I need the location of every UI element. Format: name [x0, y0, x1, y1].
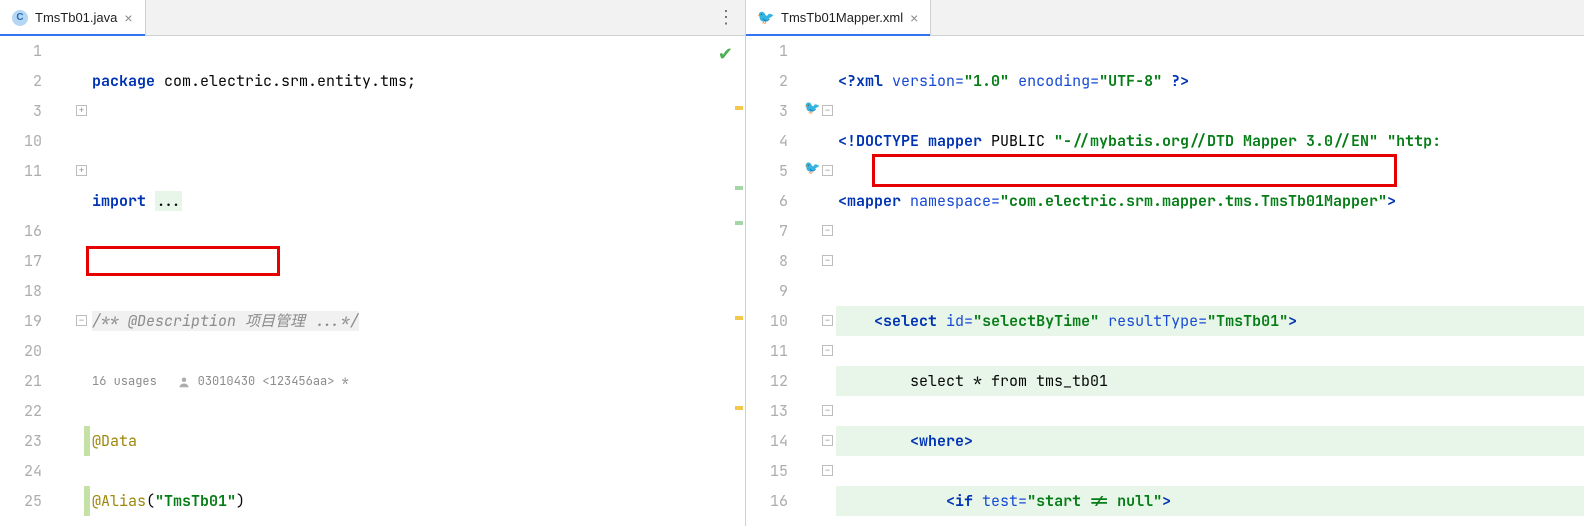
tab-menu-icon[interactable]: ⋮: [717, 7, 735, 28]
mybatis-gutter-icon[interactable]: 🐦: [804, 160, 824, 180]
left-tabbar: C TmsTb01.java × ⋮: [0, 0, 745, 36]
close-icon[interactable]: ×: [124, 10, 132, 26]
tab-label: TmsTb01.java: [35, 10, 117, 25]
fold-toggle[interactable]: −: [822, 255, 833, 266]
left-error-stripe[interactable]: [733, 36, 745, 526]
close-icon[interactable]: ×: [910, 10, 918, 26]
fold-toggle[interactable]: −: [822, 105, 833, 116]
fold-toggle[interactable]: −: [822, 225, 833, 236]
author-icon: [178, 376, 190, 388]
left-gutter: 1 2 3 10 11 16 17 18 19 20 21 22 23 24 2…: [0, 36, 56, 526]
fold-toggle[interactable]: −: [76, 315, 87, 326]
tab-label: TmsTb01Mapper.xml: [781, 10, 903, 25]
fold-toggle[interactable]: −: [822, 315, 833, 326]
right-tabbar: 🐦 TmsTb01Mapper.xml ×: [746, 0, 1584, 36]
left-code-editor[interactable]: 1 2 3 10 11 16 17 18 19 20 21 22 23 24 2…: [0, 36, 745, 526]
fold-toggle[interactable]: −: [822, 435, 833, 446]
fold-toggle[interactable]: +: [76, 105, 87, 116]
tab-tmstb01mapper-xml[interactable]: 🐦 TmsTb01Mapper.xml ×: [746, 0, 931, 36]
highlight-box-select: [872, 154, 1397, 187]
right-code[interactable]: <?xml version="1.0" encoding="UTF-8" ?> …: [836, 36, 1584, 526]
right-fold-marks: 🐦 🐦 − − − − − − − − −: [802, 36, 836, 526]
ide-split-view: C TmsTb01.java × ⋮ 1 2 3 10 11 16 17 18 …: [0, 0, 1584, 526]
left-editor-pane: C TmsTb01.java × ⋮ 1 2 3 10 11 16 17 18 …: [0, 0, 746, 526]
right-editor-pane: 🐦 TmsTb01Mapper.xml × 1 2 3 4 5 6 7 8 9 …: [746, 0, 1584, 526]
fold-toggle[interactable]: −: [822, 405, 833, 416]
right-gutter: 1 2 3 4 5 6 7 8 9 10 11 12 13 14 15 16: [746, 36, 802, 526]
mybatis-xml-icon: 🐦: [758, 10, 774, 26]
tab-tmstb01-java[interactable]: C TmsTb01.java ×: [0, 0, 146, 36]
fold-toggle[interactable]: +: [76, 165, 87, 176]
java-class-icon: C: [12, 10, 28, 26]
inspection-ok-icon[interactable]: ✔: [718, 44, 733, 65]
right-code-editor[interactable]: 1 2 3 4 5 6 7 8 9 10 11 12 13 14 15 16 🐦…: [746, 36, 1584, 526]
left-code[interactable]: package com.electric.srm.entity.tms; imp…: [90, 36, 745, 526]
mybatis-gutter-icon[interactable]: 🐦: [804, 100, 824, 120]
fold-toggle[interactable]: −: [822, 465, 833, 476]
fold-toggle[interactable]: −: [822, 165, 833, 176]
fold-toggle[interactable]: −: [822, 345, 833, 356]
